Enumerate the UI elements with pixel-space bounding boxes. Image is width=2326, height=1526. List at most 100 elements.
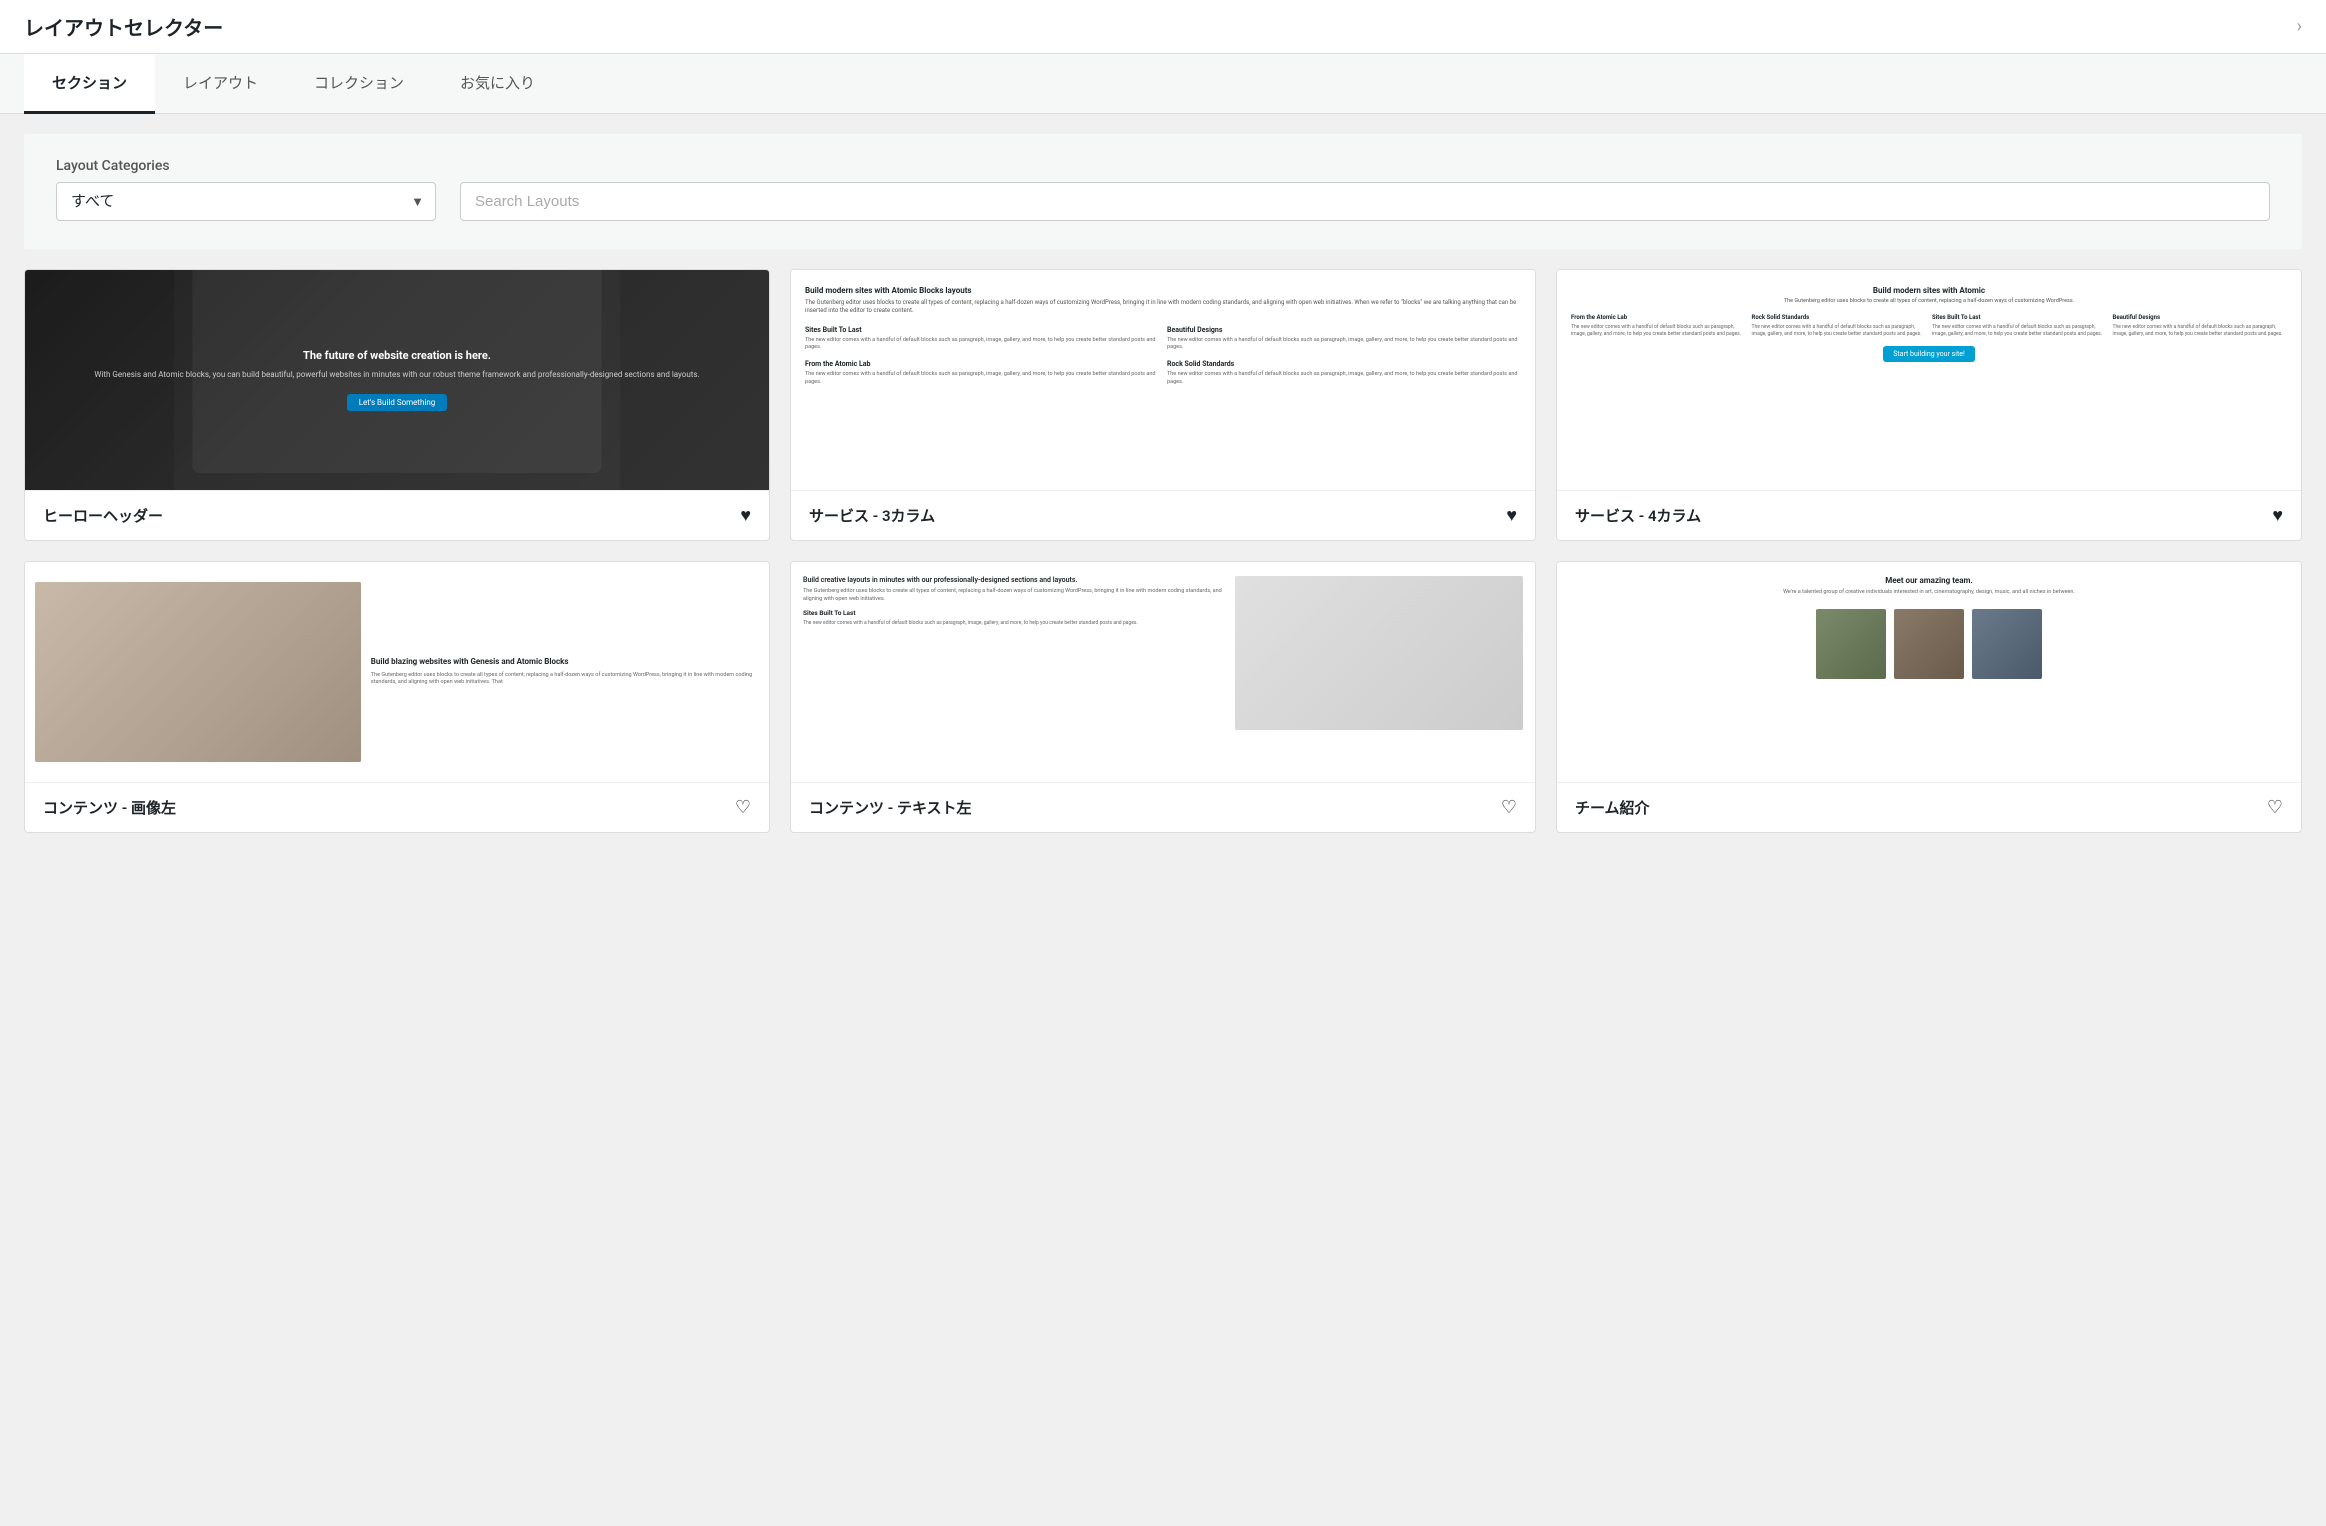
preview-team-sub: We're a talented group of creative indiv… xyxy=(1569,589,2289,597)
heart-icon-services3[interactable]: ♥ xyxy=(1506,505,1517,526)
preview-s4-col2: Rock Solid Standards The new editor come… xyxy=(1752,314,1927,338)
preview-s3-col3: From the Atomic Lab The new editor comes… xyxy=(805,360,1159,386)
preview-s3-col1-text: The new editor comes with a handful of d… xyxy=(805,337,1159,352)
preview-imgtext-text: The Gutenberg editor uses blocks to crea… xyxy=(371,672,759,687)
preview-s3-col3-text: The new editor comes with a handful of d… xyxy=(805,371,1159,386)
preview-imgtext-title: Build blazing websites with Genesis and … xyxy=(371,657,759,667)
layout-preview-services-3col: Build modern sites with Atomic Blocks la… xyxy=(791,270,1535,490)
preview-imgtext-img xyxy=(35,582,361,762)
layout-card-team[interactable]: Meet our amazing team. We're a talented … xyxy=(1556,561,2302,833)
preview-s3-col2-text: The new editor comes with a handful of d… xyxy=(1167,337,1521,352)
preview-s4-col4-title: Beautiful Designs xyxy=(2113,314,2288,321)
tabs-bar: セクション レイアウト コレクション お気に入り xyxy=(0,54,2326,114)
preview-textimg-content: Build creative layouts in minutes with o… xyxy=(803,576,1225,627)
filter-row: すべて ▼ xyxy=(56,182,2270,221)
heart-icon[interactable]: ♥ xyxy=(740,505,751,526)
filter-section: Layout Categories すべて ▼ xyxy=(24,134,2302,249)
tab-sections[interactable]: セクション xyxy=(24,54,155,114)
preview-textimg-text: The Gutenberg editor uses blocks to crea… xyxy=(803,588,1225,603)
layout-footer-services3: サービス - 3カラム ♥ xyxy=(791,490,1535,540)
preview-s4-col3-title: Sites Built To Last xyxy=(1932,314,2107,321)
preview-team-photo-1 xyxy=(1816,609,1886,679)
preview-s3-header: Build modern sites with Atomic Blocks la… xyxy=(805,286,1521,295)
preview-s4-cols: From the Atomic Lab The new editor comes… xyxy=(1571,314,2287,338)
preview-team-photos xyxy=(1569,609,2289,679)
preview-hero-title: The future of website creation is here. xyxy=(94,349,699,363)
layout-footer-textimg: コンテンツ - テキスト左 ♡ xyxy=(791,782,1535,832)
layout-name-services3: サービス - 3カラム xyxy=(809,505,935,526)
chevron-right-icon: › xyxy=(2297,16,2302,37)
preview-hero-sub: With Genesis and Atomic blocks, you can … xyxy=(94,369,699,380)
layout-footer-hero: ヒーローヘッダー ♥ xyxy=(25,490,769,540)
heart-icon-textimg[interactable]: ♡ xyxy=(1501,797,1517,818)
preview-s3-col4: Rock Solid Standards The new editor come… xyxy=(1167,360,1521,386)
preview-hero-text: The future of website creation is here. … xyxy=(94,349,699,411)
layout-preview-imgtext: Build blazing websites with Genesis and … xyxy=(25,562,769,782)
preview-s4-col1: From the Atomic Lab The new editor comes… xyxy=(1571,314,1746,338)
layout-footer-services4: サービス - 4カラム ♥ xyxy=(1557,490,2301,540)
preview-hero-btn: Let's Build Something xyxy=(347,394,448,411)
preview-s3-col4-text: The new editor comes with a handful of d… xyxy=(1167,371,1521,386)
preview-s4-intro: The Gutenberg editor uses blocks to crea… xyxy=(1571,298,2287,306)
tab-layouts[interactable]: レイアウト xyxy=(155,54,286,114)
preview-s4-col2-text: The new editor comes with a handful of d… xyxy=(1752,324,1927,338)
preview-services3: Build modern sites with Atomic Blocks la… xyxy=(791,270,1535,490)
preview-s4-col4-text: The new editor comes with a handful of d… xyxy=(2113,324,2288,338)
layout-footer-team: チーム紹介 ♡ xyxy=(1557,782,2301,832)
layout-preview-hero-header: The future of website creation is here. … xyxy=(25,270,769,490)
preview-team-title: Meet our amazing team. xyxy=(1569,576,2289,585)
layout-name-team: チーム紹介 xyxy=(1575,797,1650,818)
layouts-grid: The future of website creation is here. … xyxy=(0,269,2326,857)
preview-team: Meet our amazing team. We're a talented … xyxy=(1557,562,2301,782)
preview-s3-cols: Sites Built To Last The new editor comes… xyxy=(805,326,1521,387)
preview-textimg-subtext: The new editor comes with a handful of d… xyxy=(803,620,1225,627)
layout-name-imgtext: コンテンツ - 画像左 xyxy=(43,797,176,818)
preview-s4-col1-title: From the Atomic Lab xyxy=(1571,314,1746,321)
layout-card-imgtext[interactable]: Build blazing websites with Genesis and … xyxy=(24,561,770,833)
layout-name-services4: サービス - 4カラム xyxy=(1575,505,1701,526)
layout-preview-services-4col: Build modern sites with Atomic The Guten… xyxy=(1557,270,2301,490)
layout-card-textimg[interactable]: Build creative layouts in minutes with o… xyxy=(790,561,1536,833)
page-header: レイアウトセレクター › xyxy=(0,0,2326,54)
preview-hero: The future of website creation is here. … xyxy=(25,270,769,490)
preview-s3-col2: Beautiful Designs The new editor comes w… xyxy=(1167,326,1521,352)
layout-card-services-4col[interactable]: Build modern sites with Atomic The Guten… xyxy=(1556,269,2302,541)
heart-icon-services4[interactable]: ♥ xyxy=(2272,505,2283,526)
layout-preview-textimg: Build creative layouts in minutes with o… xyxy=(791,562,1535,782)
categories-label: Layout Categories xyxy=(56,158,2270,174)
preview-s4-col3-text: The new editor comes with a handful of d… xyxy=(1932,324,2107,338)
layout-card-services-3col[interactable]: Build modern sites with Atomic Blocks la… xyxy=(790,269,1536,541)
layout-preview-team: Meet our amazing team. We're a talented … xyxy=(1557,562,2301,782)
preview-s4-col4: Beautiful Designs The new editor comes w… xyxy=(2113,314,2288,338)
preview-imgtext-content: Build blazing websites with Genesis and … xyxy=(371,657,759,687)
preview-s4-header: Build modern sites with Atomic xyxy=(1571,286,2287,295)
tab-collections[interactable]: コレクション xyxy=(286,54,432,114)
preview-s4-col3: Sites Built To Last The new editor comes… xyxy=(1932,314,2107,338)
preview-s4-col2-title: Rock Solid Standards xyxy=(1752,314,1927,321)
category-select-wrapper: すべて ▼ xyxy=(56,182,436,221)
preview-s4-col1-text: The new editor comes with a handful of d… xyxy=(1571,324,1746,338)
preview-team-photo-3 xyxy=(1972,609,2042,679)
preview-team-photo-2 xyxy=(1894,609,1964,679)
preview-s3-col1-title: Sites Built To Last xyxy=(805,326,1159,334)
preview-textimg-intro: Build creative layouts in minutes with o… xyxy=(803,576,1225,584)
preview-textimg: Build creative layouts in minutes with o… xyxy=(791,562,1535,782)
preview-s3-col2-title: Beautiful Designs xyxy=(1167,326,1521,334)
preview-imgtext: Build blazing websites with Genesis and … xyxy=(25,562,769,782)
preview-textimg-subtitle: Sites Built To Last xyxy=(803,609,1225,617)
layout-name-textimg: コンテンツ - テキスト左 xyxy=(809,797,972,818)
preview-s4-btn: Start building your site! xyxy=(1883,346,1975,362)
page-title: レイアウトセレクター xyxy=(24,12,223,41)
heart-icon-team[interactable]: ♡ xyxy=(2267,797,2283,818)
search-input[interactable] xyxy=(460,182,2270,221)
preview-s3-col4-title: Rock Solid Standards xyxy=(1167,360,1521,368)
preview-services4: Build modern sites with Atomic The Guten… xyxy=(1557,270,2301,490)
heart-icon-imgtext[interactable]: ♡ xyxy=(735,797,751,818)
preview-textimg-img xyxy=(1235,576,1523,730)
layout-name-hero: ヒーローヘッダー xyxy=(43,505,163,526)
layout-card-hero-header[interactable]: The future of website creation is here. … xyxy=(24,269,770,541)
preview-s3-col1: Sites Built To Last The new editor comes… xyxy=(805,326,1159,352)
category-select[interactable]: すべて xyxy=(56,182,436,221)
layout-footer-imgtext: コンテンツ - 画像左 ♡ xyxy=(25,782,769,832)
tab-favorites[interactable]: お気に入り xyxy=(432,54,563,114)
